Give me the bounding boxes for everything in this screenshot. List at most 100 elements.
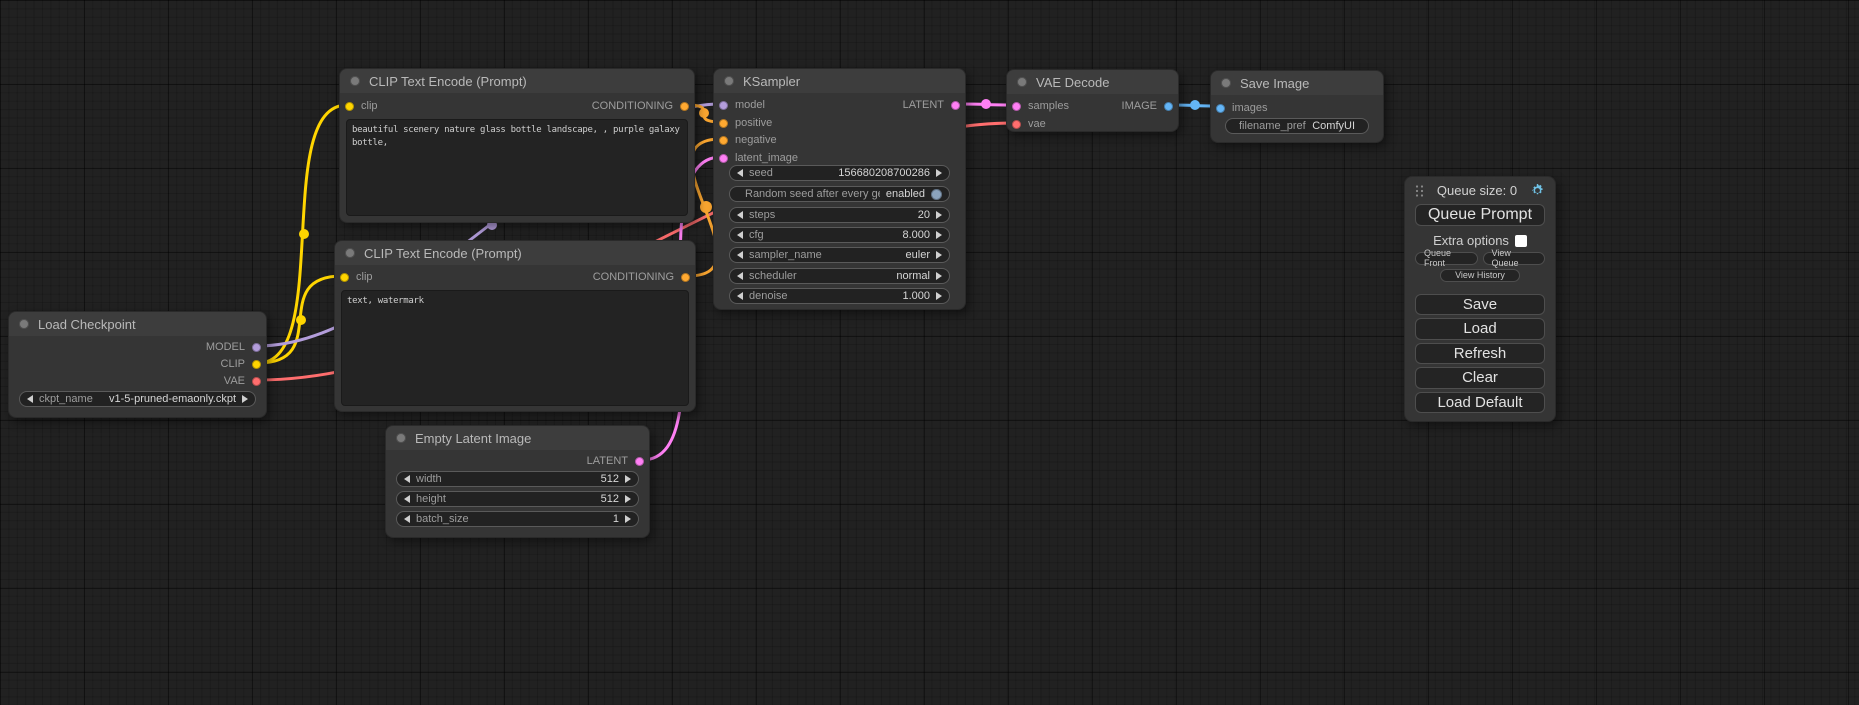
settings-gear-icon[interactable] xyxy=(1530,183,1545,198)
node-title-bar[interactable]: KSampler xyxy=(714,69,965,93)
conditioning-port-dot[interactable] xyxy=(680,102,689,111)
output-port-model[interactable]: MODEL xyxy=(206,339,261,355)
node-vae-decode[interactable]: VAE Decode samples vae IMAGE xyxy=(1006,69,1179,132)
clear-button[interactable]: Clear xyxy=(1415,367,1545,389)
vae-port-dot[interactable] xyxy=(252,377,261,386)
random-seed-toggle-icon[interactable] xyxy=(931,189,942,200)
decrement-arrow-icon[interactable] xyxy=(737,292,743,300)
node-clip-text-encode-negative[interactable]: CLIP Text Encode (Prompt) clip CONDITION… xyxy=(334,240,696,412)
graph-canvas[interactable]: Load Checkpoint MODEL CLIP VAE ckpt_name… xyxy=(0,0,1859,705)
widget-ckpt-name[interactable]: ckpt_name v1-5-pruned-emaonly.ckpt xyxy=(19,391,256,407)
widget-scheduler[interactable]: scheduler normal xyxy=(729,268,950,284)
output-port-vae[interactable]: VAE xyxy=(224,373,261,389)
input-port-clip[interactable]: clip xyxy=(345,98,378,114)
prompt-text-input[interactable]: text, watermark xyxy=(341,290,689,406)
image-port-dot[interactable] xyxy=(1216,104,1225,113)
latent-port-dot[interactable] xyxy=(635,457,644,466)
view-history-button[interactable]: View History xyxy=(1440,269,1521,282)
output-port-clip[interactable]: CLIP xyxy=(221,356,261,372)
refresh-button[interactable]: Refresh xyxy=(1415,343,1545,365)
input-port-model[interactable]: model xyxy=(719,97,765,113)
conditioning-port-dot[interactable] xyxy=(719,136,728,145)
node-empty-latent-image[interactable]: Empty Latent Image LATENT width 512 heig… xyxy=(385,425,650,538)
widget-width[interactable]: width 512 xyxy=(396,471,639,487)
node-clip-text-encode-positive[interactable]: CLIP Text Encode (Prompt) clip CONDITION… xyxy=(339,68,695,223)
model-port-dot[interactable] xyxy=(719,101,728,110)
increment-arrow-icon[interactable] xyxy=(625,515,631,523)
node-title-bar[interactable]: Load Checkpoint xyxy=(9,312,266,336)
decrement-arrow-icon[interactable] xyxy=(404,495,410,503)
widget-value: normal xyxy=(896,270,930,282)
decrement-arrow-icon[interactable] xyxy=(27,395,33,403)
increment-arrow-icon[interactable] xyxy=(625,495,631,503)
widget-random-seed[interactable]: Random seed after every gen enabled xyxy=(729,186,950,202)
drag-handle-icon[interactable] xyxy=(1415,184,1424,198)
output-port-latent[interactable]: LATENT xyxy=(587,453,644,469)
output-port-conditioning[interactable]: CONDITIONING xyxy=(593,269,690,285)
vae-port-dot[interactable] xyxy=(1012,120,1021,129)
node-save-image[interactable]: Save Image images filename_prefix ComfyU… xyxy=(1210,70,1384,143)
latent-port-dot[interactable] xyxy=(719,154,728,163)
save-button[interactable]: Save xyxy=(1415,294,1545,316)
increment-arrow-icon[interactable] xyxy=(936,211,942,219)
queue-prompt-button[interactable]: Queue Prompt xyxy=(1415,204,1545,226)
extra-options-checkbox[interactable] xyxy=(1515,235,1527,247)
node-title-bar[interactable]: CLIP Text Encode (Prompt) xyxy=(335,241,695,265)
load-default-button[interactable]: Load Default xyxy=(1415,392,1545,414)
widget-height[interactable]: height 512 xyxy=(396,491,639,507)
widget-seed[interactable]: seed 156680208700286 xyxy=(729,165,950,181)
clip-port-dot[interactable] xyxy=(340,273,349,282)
increment-arrow-icon[interactable] xyxy=(936,292,942,300)
output-port-image[interactable]: IMAGE xyxy=(1122,98,1173,114)
widget-denoise[interactable]: denoise 1.000 xyxy=(729,288,950,304)
input-port-positive[interactable]: positive xyxy=(719,115,772,131)
input-port-negative[interactable]: negative xyxy=(719,132,777,148)
node-load-checkpoint[interactable]: Load Checkpoint MODEL CLIP VAE ckpt_name… xyxy=(8,311,267,418)
widget-batch-size[interactable]: batch_size 1 xyxy=(396,511,639,527)
latent-port-dot[interactable] xyxy=(951,101,960,110)
node-title-bar[interactable]: VAE Decode xyxy=(1007,70,1178,94)
output-port-latent[interactable]: LATENT xyxy=(903,97,960,113)
load-button[interactable]: Load xyxy=(1415,318,1545,340)
model-port-dot[interactable] xyxy=(252,343,261,352)
port-label: images xyxy=(1232,102,1267,114)
clip-port-dot[interactable] xyxy=(345,102,354,111)
input-port-samples[interactable]: samples xyxy=(1012,98,1069,114)
input-port-vae[interactable]: vae xyxy=(1012,116,1046,132)
decrement-arrow-icon[interactable] xyxy=(737,272,743,280)
increment-arrow-icon[interactable] xyxy=(936,251,942,259)
view-queue-button[interactable]: View Queue xyxy=(1483,252,1546,265)
widget-label: Random seed after every gen xyxy=(745,188,880,200)
output-port-conditioning[interactable]: CONDITIONING xyxy=(592,98,689,114)
increment-arrow-icon[interactable] xyxy=(936,169,942,177)
node-status-dot xyxy=(724,76,734,86)
decrement-arrow-icon[interactable] xyxy=(737,251,743,259)
increment-arrow-icon[interactable] xyxy=(936,231,942,239)
input-port-images[interactable]: images xyxy=(1216,100,1267,116)
queue-front-button[interactable]: Queue Front xyxy=(1415,252,1478,265)
increment-arrow-icon[interactable] xyxy=(936,272,942,280)
decrement-arrow-icon[interactable] xyxy=(737,169,743,177)
latent-port-dot[interactable] xyxy=(1012,102,1021,111)
input-port-clip[interactable]: clip xyxy=(340,269,373,285)
decrement-arrow-icon[interactable] xyxy=(404,475,410,483)
image-port-dot[interactable] xyxy=(1164,102,1173,111)
decrement-arrow-icon[interactable] xyxy=(737,211,743,219)
node-ksampler[interactable]: KSampler model positive negative latent_… xyxy=(713,68,966,310)
conditioning-port-dot[interactable] xyxy=(681,273,690,282)
node-title-bar[interactable]: CLIP Text Encode (Prompt) xyxy=(340,69,694,93)
widget-cfg[interactable]: cfg 8.000 xyxy=(729,227,950,243)
clip-port-dot[interactable] xyxy=(252,360,261,369)
node-title-bar[interactable]: Save Image xyxy=(1211,71,1383,95)
decrement-arrow-icon[interactable] xyxy=(404,515,410,523)
increment-arrow-icon[interactable] xyxy=(242,395,248,403)
conditioning-port-dot[interactable] xyxy=(719,119,728,128)
widget-filename-prefix[interactable]: filename_prefix ComfyUI xyxy=(1225,118,1369,134)
widget-steps[interactable]: steps 20 xyxy=(729,207,950,223)
increment-arrow-icon[interactable] xyxy=(625,475,631,483)
node-title-bar[interactable]: Empty Latent Image xyxy=(386,426,649,450)
input-port-latent-image[interactable]: latent_image xyxy=(719,150,798,166)
prompt-text-input[interactable]: beautiful scenery nature glass bottle la… xyxy=(346,119,688,216)
widget-sampler-name[interactable]: sampler_name euler xyxy=(729,247,950,263)
decrement-arrow-icon[interactable] xyxy=(737,231,743,239)
